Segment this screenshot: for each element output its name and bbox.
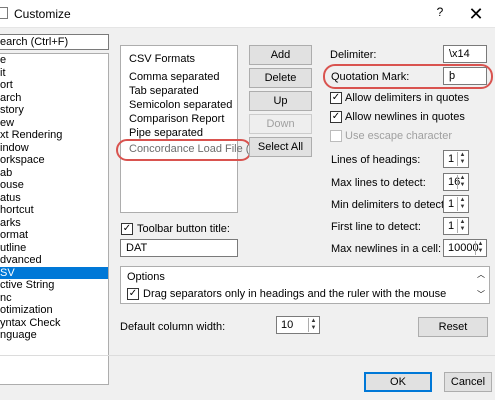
- spinner-value: 10: [281, 319, 294, 331]
- tree-item[interactable]: dvanced: [0, 254, 108, 267]
- delimiter-label: Delimiter:: [330, 49, 377, 61]
- allow-newlines-checkbox[interactable]: ✓: [330, 111, 342, 123]
- tree-item[interactable]: atus: [0, 192, 108, 205]
- highlight-oval-quotation: [323, 64, 493, 89]
- spinner-arrows-icon[interactable]: ▲ ▼: [457, 152, 467, 166]
- tree-item[interactable]: ew: [0, 117, 108, 130]
- options-header: Options: [127, 271, 165, 283]
- cancel-button[interactable]: Cancel: [444, 372, 492, 392]
- app-icon: [0, 7, 8, 19]
- help-button[interactable]: ?: [432, 5, 448, 23]
- list-item[interactable]: Tab separated: [129, 85, 199, 97]
- tree-item[interactable]: nc: [0, 292, 108, 305]
- tree-item[interactable]: utline: [0, 242, 108, 255]
- tree-item[interactable]: e: [0, 54, 108, 67]
- tree-item[interactable]: hortcut: [0, 204, 108, 217]
- allow-delimiters-label: Allow delimiters in quotes: [345, 92, 470, 104]
- reset-button[interactable]: Reset: [418, 317, 488, 337]
- down-button[interactable]: Down: [249, 114, 312, 134]
- spinner-label: Max newlines in a cell:: [331, 243, 442, 255]
- tree-item[interactable]: otimization: [0, 304, 108, 317]
- spinner-arrows-icon[interactable]: ▲ ▼: [308, 318, 318, 332]
- spinner-value: 1: [448, 220, 455, 232]
- allow-newlines-label: Allow newlines in quotes: [345, 111, 465, 123]
- allow-delimiters-checkbox[interactable]: ✓: [330, 92, 342, 104]
- max-lines-spinner[interactable]: 16 ▲ ▼: [443, 173, 469, 191]
- csv-formats-header: CSV Formats: [129, 53, 196, 65]
- spinner-arrows-icon[interactable]: ▲ ▼: [457, 197, 467, 211]
- up-button[interactable]: Up: [249, 91, 312, 111]
- tree-item[interactable]: orkspace: [0, 154, 108, 167]
- ok-button[interactable]: OK: [364, 372, 432, 392]
- escape-character-checkbox[interactable]: [330, 130, 342, 142]
- tree-item[interactable]: it: [0, 67, 108, 80]
- lines-of-headings-spinner[interactable]: 1 ▲ ▼: [443, 150, 469, 168]
- tree-item[interactable]: arch: [0, 92, 108, 105]
- delete-button[interactable]: Delete: [249, 68, 312, 88]
- tree-item[interactable]: ab: [0, 167, 108, 180]
- tree-item[interactable]: ort: [0, 79, 108, 92]
- column-width-label: Default column width:: [120, 321, 226, 333]
- category-tree[interactable]: e it ort arch story ew xt Rendering indow orkspa…: [0, 53, 109, 385]
- tree-item[interactable]: SV: [0, 266, 108, 279]
- delimiter-input[interactable]: \x14: [443, 45, 487, 63]
- min-delimiters-spinner[interactable]: 1 ▲ ▼: [443, 195, 469, 213]
- spinner-label: Min delimiters to detect:: [331, 199, 448, 211]
- spinner-arrows-icon[interactable]: ▲ ▼: [475, 241, 485, 255]
- options-list[interactable]: Options ✓ Drag separators only in headin…: [120, 266, 490, 304]
- csv-formats-list[interactable]: CSV Formats Comma separated Tab separate…: [120, 45, 274, 213]
- column-width-spinner[interactable]: 10 ▲ ▼: [276, 316, 320, 334]
- spinner-arrows-icon[interactable]: ▲ ▼: [457, 219, 467, 233]
- highlight-oval-format: [116, 139, 252, 161]
- close-button[interactable]: ✕: [461, 3, 491, 25]
- tree-item[interactable]: indow: [0, 142, 108, 155]
- drag-separators-checkbox[interactable]: ✓: [127, 288, 139, 300]
- spinner-label: First line to detect:: [331, 221, 421, 233]
- spinner-value: 1: [448, 198, 455, 210]
- list-item[interactable]: Comparison Report: [129, 113, 224, 125]
- first-line-spinner[interactable]: 1 ▲ ▼: [443, 217, 469, 235]
- tree-item[interactable]: arks: [0, 217, 108, 230]
- title-bar: [0, 0, 495, 28]
- tree-item[interactable]: yntax Check: [0, 317, 108, 330]
- window-title: Customize: [14, 7, 71, 21]
- spinner-label: Lines of headings:: [331, 154, 421, 166]
- toolbar-title-checkbox[interactable]: ✓: [121, 223, 133, 235]
- add-button[interactable]: Add: [249, 45, 312, 65]
- spinner-value: 10000: [448, 242, 479, 254]
- toolbar-title-label: Toolbar button title:: [137, 223, 230, 235]
- scroll-down-icon[interactable]: ﹀: [476, 289, 486, 300]
- tree-item[interactable]: ormat: [0, 229, 108, 242]
- max-newlines-spinner[interactable]: 10000 ▲ ▼: [443, 239, 487, 257]
- escape-character-label: Use escape character: [345, 130, 452, 142]
- drag-separators-label: Drag separators only in headings and the…: [143, 288, 447, 300]
- list-item[interactable]: Semicolon separated: [129, 99, 232, 111]
- tree-item[interactable]: nguage: [0, 329, 108, 342]
- tree-item[interactable]: ctive String: [0, 279, 108, 292]
- list-item[interactable]: Pipe separated: [129, 127, 203, 139]
- spinner-label: Max lines to detect:: [331, 177, 426, 189]
- select-all-button[interactable]: Select All: [249, 137, 312, 157]
- tree-item[interactable]: ouse: [0, 179, 108, 192]
- tree-item[interactable]: xt Rendering: [0, 129, 108, 142]
- tree-item[interactable]: story: [0, 104, 108, 117]
- spinner-value: 1: [448, 153, 455, 165]
- footer-divider: [0, 355, 495, 356]
- scroll-up-icon[interactable]: ︿: [476, 269, 486, 280]
- search-input[interactable]: earch (Ctrl+F): [0, 34, 109, 50]
- spinner-arrows-icon[interactable]: ▲ ▼: [457, 175, 467, 189]
- toolbar-title-input[interactable]: DAT: [120, 239, 238, 257]
- list-item[interactable]: Comma separated: [129, 71, 220, 83]
